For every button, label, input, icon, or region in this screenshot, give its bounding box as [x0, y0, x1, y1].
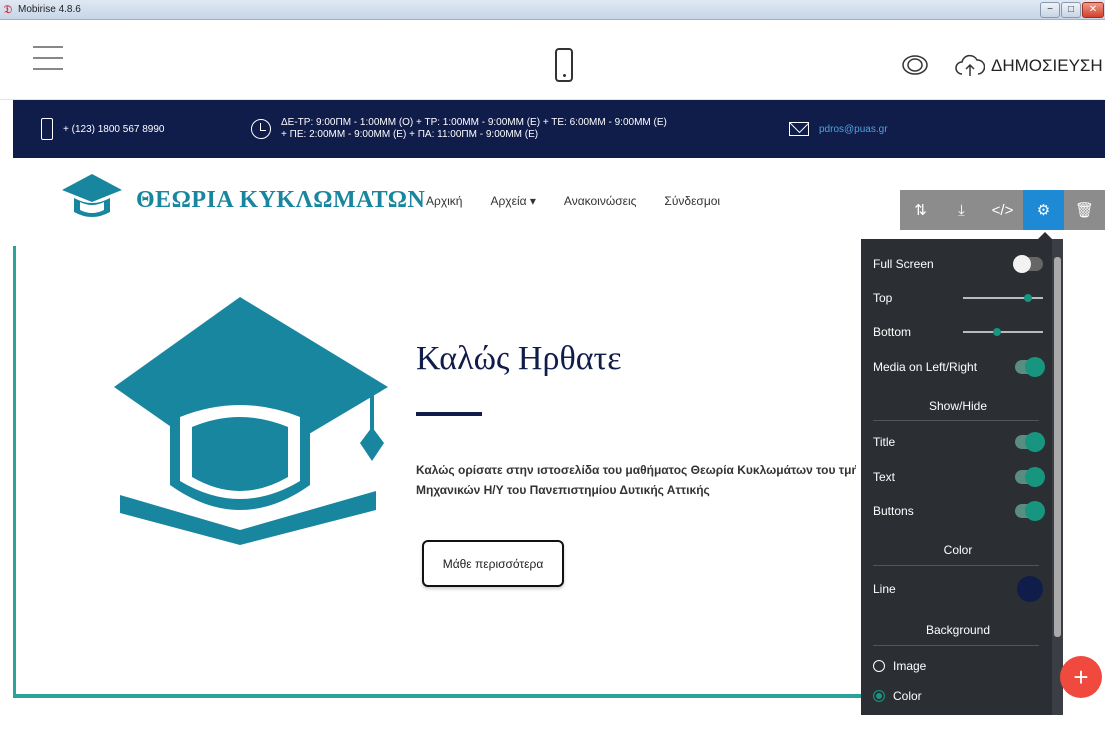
hero-text[interactable]: Καλώς ορίσατε στην ιστοσελίδα του μαθήμα…: [416, 460, 856, 500]
text-label: Text: [873, 470, 896, 484]
clock-icon: [251, 119, 271, 139]
email-link[interactable]: pdros@puas.gr: [819, 124, 888, 135]
phone-number: + (123) 1800 567 8990: [63, 123, 165, 135]
hours-line-1: ΔΕ-ΤΡ: 9:00ΠΜ - 1:00ΜΜ (Ο) + ΤΡ: 1:00ΜΜ …: [281, 117, 667, 128]
reorder-icon[interactable]: ⇅: [900, 190, 941, 230]
background-image-option[interactable]: Image: [873, 656, 1043, 676]
nav-link-home[interactable]: Αρχική: [426, 194, 462, 208]
image-radio[interactable]: [873, 660, 885, 672]
contact-phone: + (123) 1800 567 8990: [41, 100, 164, 158]
window-titlebar: 𝔇 Mobirise 4.8.6 − □ ✕: [0, 0, 1105, 20]
bottom-slider-knob[interactable]: [993, 328, 1002, 336]
hero-text-line-1: Καλώς ορίσατε στην ιστοσελίδα του μαθήμα…: [416, 463, 856, 477]
learn-more-button[interactable]: Μάθε περισσότερα: [422, 540, 564, 587]
line-color-row: Line: [873, 576, 1043, 602]
brand-name[interactable]: ΘΕΩΡΙΑ ΚΥΚΛΩΜΑΤΩΝ: [136, 187, 425, 214]
image-option-label: Image: [893, 659, 927, 673]
bottom-padding-slider[interactable]: [963, 328, 1043, 336]
window-title: Mobirise 4.8.6: [18, 4, 81, 15]
close-button[interactable]: ✕: [1082, 2, 1104, 18]
mobile-view-icon[interactable]: [555, 48, 573, 82]
full-screen-toggle[interactable]: [1013, 255, 1043, 273]
top-label: Top: [873, 291, 893, 305]
contact-hours: ΔΕ-ΤΡ: 9:00ΠΜ - 1:00ΜΜ (Ο) + ΤΡ: 1:00ΜΜ …: [251, 100, 667, 158]
title-toggle-row: Title: [873, 432, 1045, 452]
nav-link-files[interactable]: Αρχεία ▾: [490, 194, 535, 208]
panel-caret: [1038, 232, 1052, 239]
color-radio[interactable]: [873, 690, 885, 702]
title-toggle[interactable]: [1015, 432, 1045, 452]
settings-gear-icon[interactable]: ⚙: [1023, 190, 1064, 230]
line-color-swatch[interactable]: [1017, 576, 1043, 602]
mail-icon: [789, 122, 809, 136]
panel-divider: [873, 565, 1039, 566]
bottom-label: Bottom: [873, 325, 912, 339]
scrollbar-thumb[interactable]: [1054, 257, 1061, 637]
graduation-cap-logo-icon[interactable]: [60, 172, 124, 224]
delete-trash-icon[interactable]: 🗑: [1064, 190, 1105, 230]
preview-eye-icon[interactable]: [900, 54, 930, 76]
opening-hours: ΔΕ-ΤΡ: 9:00ΠΜ - 1:00ΜΜ (Ο) + ΤΡ: 1:00ΜΜ …: [281, 117, 667, 141]
top-padding-slider[interactable]: [963, 294, 1043, 302]
app-toolbar: ΔΗΜΟΣΙΕΥΣΗ: [0, 20, 1105, 100]
top-padding-row: Top: [873, 288, 1043, 308]
add-block-button[interactable]: +: [1060, 656, 1102, 698]
graduation-cap-hero-icon: [114, 297, 388, 545]
hero-title-underline: [416, 412, 482, 416]
media-position-toggle[interactable]: [1015, 357, 1045, 377]
contact-email: pdros@puas.gr: [789, 100, 888, 158]
background-heading: Background: [925, 623, 991, 637]
panel-scrollbar[interactable]: [1052, 239, 1063, 715]
color-heading: Color: [943, 543, 973, 557]
buttons-toggle[interactable]: [1015, 501, 1045, 521]
top-slider-knob[interactable]: [1024, 294, 1033, 302]
minimize-button[interactable]: −: [1040, 2, 1060, 18]
hero-title[interactable]: Καλώς Ηρθατε: [416, 340, 622, 378]
color-option-label: Color: [893, 689, 922, 703]
buttons-label: Buttons: [873, 504, 914, 518]
publish-button[interactable]: ΔΗΜΟΣΙΕΥΣΗ: [955, 51, 1103, 81]
nav-link-announcements[interactable]: Ανακοινώσεις: [564, 194, 637, 208]
block-toolbar: ⇅ ⤓ </> ⚙ 🗑: [900, 190, 1105, 230]
block-settings-panel: Full Screen Top Bottom Media on Left/Rig…: [861, 232, 1063, 715]
panel-divider: [873, 645, 1039, 646]
menu-icon[interactable]: [33, 46, 63, 72]
maximize-button[interactable]: □: [1061, 2, 1081, 18]
show-hide-heading: Show/Hide: [928, 399, 988, 413]
full-screen-label: Full Screen: [873, 257, 934, 271]
full-screen-row: Full Screen: [873, 254, 1043, 274]
bottom-padding-row: Bottom: [873, 322, 1043, 342]
cloud-upload-icon: [955, 54, 985, 76]
code-editor-icon[interactable]: </>: [982, 190, 1023, 230]
hero-text-line-2: Μηχανικών Η/Υ του Πανεπιστημίου Δυτικής …: [416, 483, 710, 497]
text-toggle[interactable]: [1015, 467, 1045, 487]
line-label: Line: [873, 582, 896, 596]
buttons-toggle-row: Buttons: [873, 501, 1045, 521]
site-navbar: ΘΕΩΡΙΑ ΚΥΚΛΩΜΑΤΩΝ Αρχική Αρχεία ▾ Ανακοι…: [13, 158, 1105, 246]
text-toggle-row: Text: [873, 467, 1045, 487]
hours-line-2: + ΠΕ: 2:00ΜΜ - 9:00ΜΜ (Ε) + ΠΑ: 11:00ΠΜ …: [281, 129, 539, 140]
media-position-row: Media on Left/Right: [873, 357, 1045, 377]
panel-divider: [873, 420, 1039, 421]
publish-label: ΔΗΜΟΣΙΕΥΣΗ: [991, 56, 1103, 75]
mobirise-logo-icon: 𝔇: [4, 4, 13, 16]
nav-menu: Αρχική Αρχεία ▾ Ανακοινώσεις Σύνδεσμοι: [426, 194, 748, 208]
phone-icon: [41, 118, 53, 140]
save-block-icon[interactable]: ⤓: [941, 190, 982, 230]
nav-link-links[interactable]: Σύνδεσμοι: [664, 194, 720, 208]
media-position-label: Media on Left/Right: [873, 360, 978, 374]
background-color-option[interactable]: Color: [873, 686, 1043, 706]
contact-bar: + (123) 1800 567 8990 ΔΕ-ΤΡ: 9:00ΠΜ - 1:…: [13, 100, 1105, 158]
title-label: Title: [873, 435, 896, 449]
